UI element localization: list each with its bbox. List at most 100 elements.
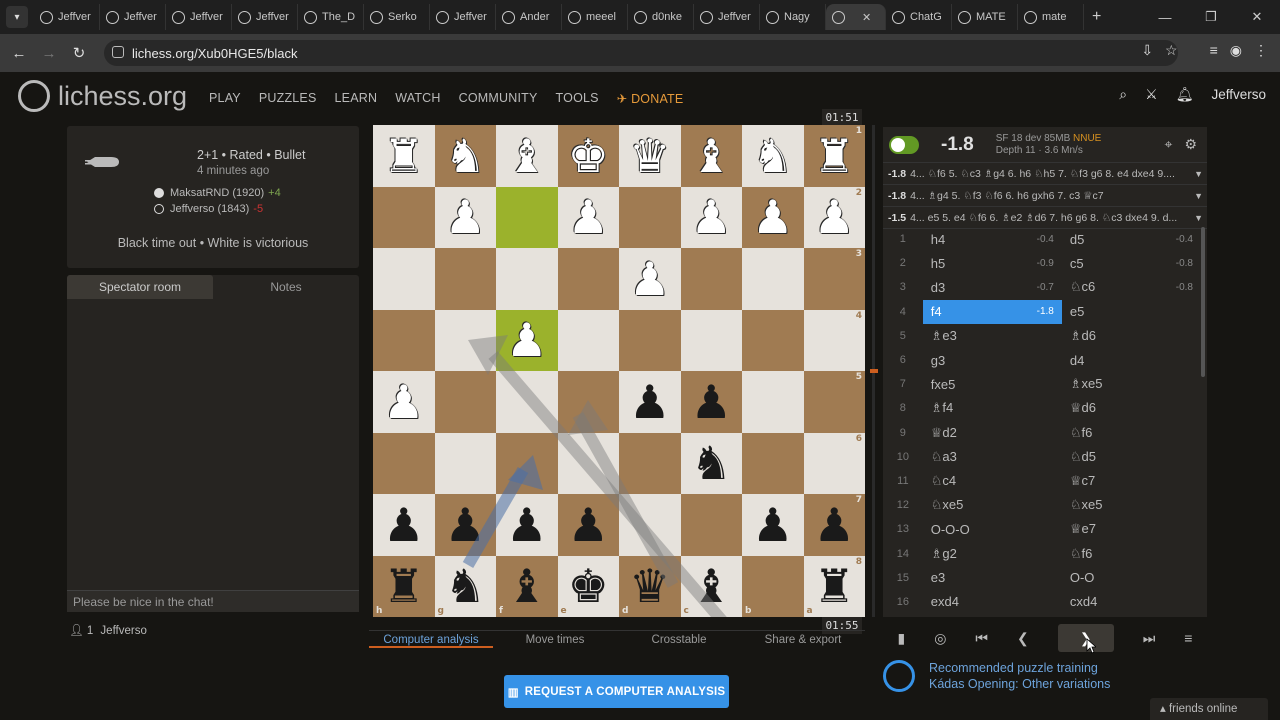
black-pawn-icon[interactable]: ♟ [691,379,732,425]
forward-icon[interactable]: → [34,45,64,62]
menu-hamburger-icon[interactable]: ≡ [1184,630,1192,646]
board-square[interactable]: ♟ [373,371,435,433]
browser-tab[interactable]: Jeffver [100,4,166,30]
board-square[interactable]: ♟ [557,186,619,248]
bookmark-star-icon[interactable]: ☆ [1165,42,1178,59]
browser-tab[interactable]: ChatG [886,4,952,30]
white-move[interactable]: h4 -0.4 [923,227,1062,251]
board-square[interactable]: ♝ [496,125,558,187]
nav-play[interactable]: PLAY [209,91,241,106]
white-move[interactable]: g3 [923,348,1062,372]
board-square[interactable] [557,248,619,310]
tab-computer-analysis[interactable]: Computer analysis [369,631,493,648]
nav-puzzles[interactable]: PUZZLES [259,91,317,106]
new-tab-icon[interactable]: + [1092,8,1101,26]
search-icon[interactable]: ⌕ [1119,86,1127,103]
board-square[interactable] [373,432,435,494]
black-move[interactable]: e5 [1062,300,1201,324]
white-move[interactable]: ♘xe5 [923,493,1062,517]
black-pawn-icon[interactable]: ♟ [445,502,486,548]
board-square[interactable] [619,186,681,248]
board-square[interactable] [619,494,681,556]
board-square[interactable]: ♟ 7 [803,494,865,556]
board-square[interactable]: ♟ [434,494,496,556]
white-pawn-icon[interactable]: ♟ [752,194,793,240]
board-square[interactable]: ♞ [680,432,742,494]
pv-expand-icon[interactable]: ▼ [1194,207,1203,228]
first-move-icon[interactable]: ⏮ [975,630,988,647]
board-square[interactable] [742,248,804,310]
black-bishop-icon[interactable]: ♝ [691,563,732,609]
pv-expand-icon[interactable]: ▼ [1194,185,1203,206]
black-rook-icon[interactable]: ♜ [814,563,855,609]
white-pawn-icon[interactable]: ♟ [568,194,609,240]
white-move[interactable]: e3 [923,566,1062,590]
white-move[interactable]: fxe5 [923,372,1062,396]
browser-tab[interactable]: d0nke [628,4,694,30]
board-square[interactable]: ♟ [434,186,496,248]
browser-tab[interactable]: Ander [496,4,562,30]
board-square[interactable] [619,432,681,494]
white-move[interactable]: ♗e3 [923,324,1062,348]
restore-icon[interactable]: ❐ [1188,0,1234,34]
black-move[interactable]: ♘f6 [1062,542,1201,566]
request-analysis-button[interactable]: ▥ REQUEST A COMPUTER ANALYSIS [504,675,729,708]
black-rook-icon[interactable]: ♜ [383,563,424,609]
white-rook-icon[interactable]: ♜ [814,133,855,179]
nav-community[interactable]: COMMUNITY [459,91,538,106]
white-move[interactable]: ♕d2 [923,421,1062,445]
browser-tab[interactable]: Jeffver [166,4,232,30]
board-square[interactable]: ♟ 2 [803,186,865,248]
board-square[interactable] [496,371,558,433]
board-square[interactable]: ♜ 8 a [803,555,865,617]
nav-tools[interactable]: TOOLS [556,91,599,106]
board-square[interactable]: ♞ [742,125,804,187]
board-square[interactable] [373,309,435,371]
white-move[interactable]: f4 -1.8 [922,299,1062,324]
white-pawn-icon[interactable]: ♟ [445,194,486,240]
white-knight-icon[interactable]: ♞ [752,133,793,179]
practice-icon[interactable]: ◎ [934,630,946,647]
black-move[interactable]: c5 -0.8 [1062,251,1201,275]
black-pawn-icon[interactable]: ♟ [568,502,609,548]
board-square[interactable]: ♚ [557,125,619,187]
black-move[interactable]: ♕c7 [1062,469,1201,493]
board-square[interactable] [434,432,496,494]
browser-tab[interactable]: Serko [364,4,430,30]
browser-tab[interactable]: MATE [952,4,1018,30]
board-square[interactable] [742,309,804,371]
nav-watch[interactable]: WATCH [395,91,440,106]
black-knight-icon[interactable]: ♞ [691,440,732,486]
board-square[interactable]: ♟ [619,248,681,310]
black-knight-icon[interactable]: ♞ [445,563,486,609]
board-square[interactable] [434,371,496,433]
site-info-icon[interactable] [112,46,124,58]
black-bishop-icon[interactable]: ♝ [506,563,547,609]
browser-tab[interactable]: Jeffver [694,4,760,30]
board-square[interactable]: ♜ 1 [803,125,865,187]
board-square[interactable] [557,371,619,433]
black-player[interactable]: Jeffverso (1843) -5 [154,203,263,215]
reading-list-icon[interactable]: ≡ [1210,42,1218,59]
black-move[interactable]: ♕d6 [1062,396,1201,420]
tab-share-export[interactable]: Share & export [741,631,865,648]
board-square[interactable]: 5 [803,371,865,433]
board-square[interactable] [373,186,435,248]
white-move[interactable]: ♗f4 [923,396,1062,420]
user-menu[interactable]: Jeffverso [1211,87,1266,102]
pv-line[interactable]: -1.5 4... e5 5. e4 ♘f6 6. ♗e2 ♗d6 7. h6 g… [883,207,1207,229]
black-pawn-icon[interactable]: ♟ [383,502,424,548]
board-square[interactable] [742,371,804,433]
profile-icon[interactable]: ◉ [1230,42,1242,59]
tab-crosstable[interactable]: Crosstable [617,631,741,648]
board-square[interactable]: ♟ [557,494,619,556]
browser-tab[interactable]: ✕ [826,4,886,30]
black-move[interactable]: ♘d5 [1062,445,1201,469]
white-pawn-icon[interactable]: ♟ [506,317,547,363]
board-square[interactable] [496,248,558,310]
white-move[interactable]: O-O-O [923,517,1062,541]
black-move[interactable]: ♘c6 -0.8 [1062,275,1201,299]
black-move[interactable]: ♘xe5 [1062,493,1201,517]
board-square[interactable]: ♟ [496,494,558,556]
close-window-icon[interactable]: ✕ [1234,0,1280,34]
